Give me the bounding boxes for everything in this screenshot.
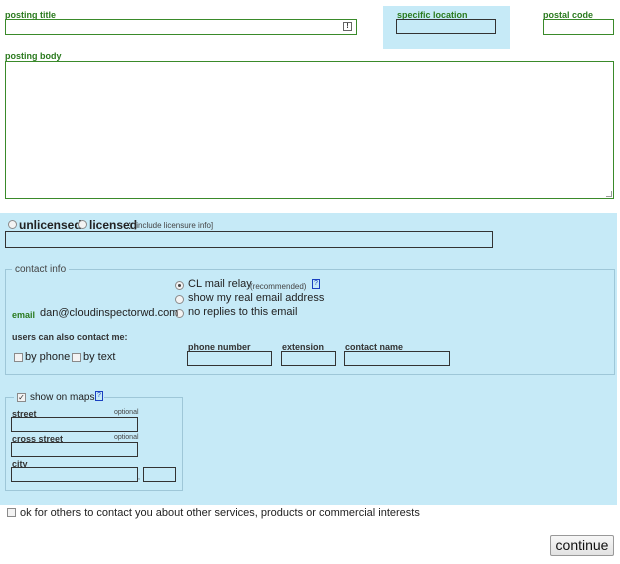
city-input[interactable] (11, 467, 138, 482)
extension-input[interactable] (281, 351, 336, 366)
by-phone-label[interactable]: by phone (25, 351, 70, 363)
show-on-maps-label[interactable]: show on maps (30, 392, 94, 403)
also-contact-label: users can also contact me: (12, 332, 128, 342)
by-phone-checkbox[interactable] (14, 353, 23, 362)
posting-title-input[interactable]: ! (5, 19, 357, 35)
cl-mail-relay-label[interactable]: CL mail relay (188, 278, 252, 290)
city-separator: , (138, 474, 140, 481)
licensed-radio[interactable] (78, 220, 87, 229)
show-email-label[interactable]: show my real email address (188, 292, 324, 304)
show-email-radio[interactable] (175, 295, 184, 304)
by-text-label[interactable]: by text (83, 351, 115, 363)
street-optional: optional (114, 409, 139, 416)
licensure-hint: [include licensure info] (134, 221, 214, 230)
region-input[interactable] (143, 467, 176, 482)
relay-help-icon[interactable]: ? (312, 279, 320, 289)
cross-street-optional: optional (114, 434, 139, 441)
maps-help-icon[interactable]: ? (95, 391, 103, 401)
email-value: dan@cloudinspectorwd.com (40, 307, 179, 319)
phone-number-input[interactable] (187, 351, 272, 366)
recommended-note: (recommended) (250, 282, 307, 291)
ok-others-label[interactable]: ok for others to contact you about other… (20, 507, 420, 519)
ok-others-checkbox[interactable] (7, 508, 16, 517)
field-warning-icon: ! (343, 22, 352, 31)
unlicensed-label[interactable]: unlicensed (19, 218, 82, 232)
contact-info-legend: contact info (12, 264, 70, 275)
by-text-checkbox[interactable] (72, 353, 81, 362)
no-replies-label[interactable]: no replies to this email (188, 306, 297, 318)
email-label: email (12, 310, 36, 320)
posting-body-textarea[interactable] (5, 61, 614, 199)
cl-mail-relay-radio[interactable] (175, 281, 184, 290)
contact-name-input[interactable] (344, 351, 450, 366)
street-input[interactable] (11, 417, 138, 432)
unlicensed-radio[interactable] (8, 220, 17, 229)
licensure-info-input[interactable] (5, 231, 493, 248)
licensed-colon: : (128, 218, 132, 232)
resize-grip-icon[interactable] (606, 191, 612, 197)
show-on-maps-checkbox[interactable]: ✓ (17, 393, 26, 402)
specific-location-input[interactable] (396, 19, 496, 34)
posting-body-label: posting body (5, 51, 62, 61)
cross-street-input[interactable] (11, 442, 138, 457)
postal-code-input[interactable] (543, 19, 614, 35)
continue-button[interactable]: continue (550, 535, 614, 556)
